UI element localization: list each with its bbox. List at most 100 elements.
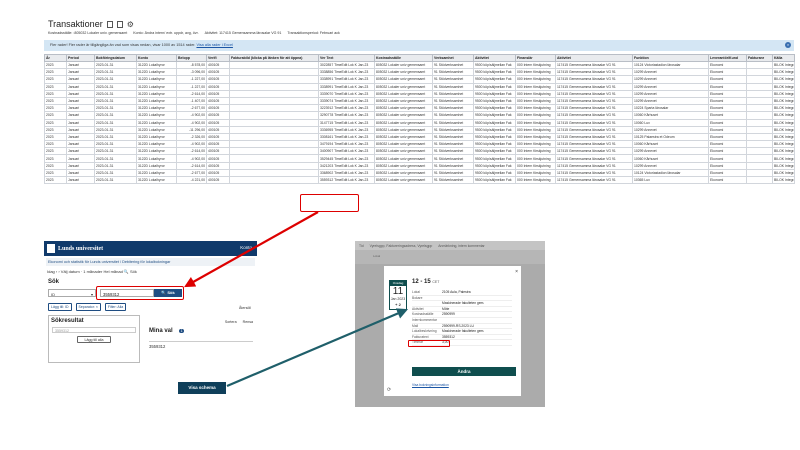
add-all-button[interactable]: Lägg till alla [77,336,111,343]
column-header[interactable]: Ver Text [318,54,375,62]
date-navigation[interactable]: Idag ‹ › Välj datum · 1 månader Hel måna… [47,269,137,274]
column-header[interactable]: Fakturabild (klicka på länken för att öp… [229,54,319,62]
table-cell [229,60,319,70]
column-header[interactable]: Leverantör/Kund [708,54,747,62]
table-row[interactable]: 2023 Januari 2023-01-31 3122D Lokalhyror -4 … [44,111,795,120]
document-icon[interactable] [116,20,123,28]
table-row[interactable]: 2023 Januari 2023-01-31 3122D Lokalhyror -1 … [44,82,795,91]
table-cell: 9500 köp/säljmellan Fak [473,168,516,178]
change-button[interactable]: Ändra [412,367,516,376]
detail-label: Mall [412,323,419,328]
sort-link[interactable]: Sortera [225,320,237,324]
table-cell: 000 Intern förskjutning [515,82,556,91]
table-row[interactable]: 2023 Januari 2023-01-31 3122D Lokalhyror -2 … [44,147,795,156]
reset-link[interactable]: Återsöll [239,306,251,310]
close-icon[interactable]: × [785,42,791,48]
column-header[interactable]: År [44,54,67,62]
booking-info-link[interactable]: Visa bokningsinformation [412,383,449,387]
table-cell: 805032 Lokaler univ gemensamt [374,132,433,142]
month-year: Jan 2023 [390,297,406,301]
table-cell [746,111,773,120]
table-cell: 000 Intern förskjutning [515,96,556,106]
table-cell: Januari [66,140,95,149]
table-row[interactable]: 2023 Januari 2023-01-31 3122D Lokalhyror -4 … [44,154,795,163]
table-cell [746,161,773,170]
table-cell: Januari [66,118,95,127]
table-row[interactable]: 2023 Januari 2023-01-31 3122D Lokalhyror -2 … [44,104,795,113]
chip-filter[interactable]: Filter: Alla [104,303,127,311]
table-header-row: År Period Bokföringsdatum Konto Belopp Verifi… [44,54,795,62]
table-row[interactable]: 2023 Januari 2023-01-31 3122D Lokalhyror -4 … [44,175,795,185]
table-row[interactable]: 2023 Januari 2023-01-31 3122D Lokalhyror -2 … [44,89,795,98]
gear-icon[interactable]: ⚙ [127,20,134,28]
result-item[interactable]: 3559312 [52,327,136,333]
filter-aktivitet[interactable]: Aktivitet: 117415 Gemensamma lärosalar V… [205,31,282,35]
export-icon[interactable] [106,20,113,28]
chip-add-id[interactable]: Lägg till: ID [48,303,72,311]
column-header[interactable]: Aktivitet [473,54,516,62]
table-cell: 2023 [44,132,67,142]
table-cell [229,96,319,106]
column-header[interactable]: Aktivitet [555,54,633,62]
table-cell: BILOK Integration [772,161,795,170]
table-cell: 91 Stödverksamhet [432,104,474,113]
table-row[interactable]: 2023 Januari 2023-01-31 3122D Lokalhyror -1 … [44,96,795,106]
table-cell: Ekonomi [708,154,747,163]
chip-separator[interactable]: Separator: × [75,303,101,311]
table-cell: 3122D Lokalhyror [136,111,177,120]
selected-title: Mina val [149,328,173,334]
table-row[interactable]: 2023 Januari 2023-01-31 3122D Lokalhyror -8 … [44,60,795,70]
visa-schema-button[interactable]: Visa schema [178,382,226,394]
table-row[interactable]: 2023 Januari 2023-01-31 3122D Lokalhyror -2 … [44,161,795,170]
column-header[interactable]: Belopp [176,54,207,62]
column-header[interactable]: Kostnadsställe [374,54,433,62]
detail-label: Aktivitet [412,306,424,311]
table-cell: 2023-01-31 [94,168,137,178]
table-row[interactable]: 2023 Januari 2023-01-31 3122D Lokalhyror -2 … [44,132,795,142]
table-cell: 3421203 TimeEdit Lok K Jan-23 [318,161,375,170]
column-header[interactable]: Bokföringsdatum [94,54,137,62]
filter-kostnadsstalle[interactable]: Kostnadsställe: :805032 Lokaler univ. ge… [48,31,127,35]
breadcrumb[interactable]: Ekonomi och statistik för Lunds universi… [46,258,255,266]
table-cell: 3479194 TimeEdit Lok K Jan-23 [318,140,375,149]
schedule-subbar: Lokal [355,250,545,264]
column-header[interactable]: Funktion [632,54,709,62]
table-cell: 400105 [206,147,230,156]
table-row[interactable]: 2023 Januari 2023-01-31 3122D Lokalhyror -4 … [44,140,795,149]
column-header[interactable]: Konto [136,54,177,62]
table-row[interactable]: 2023 Januari 2023-01-31 3122D Lokalhyror -2 … [44,168,795,178]
field-select[interactable]: ID ▾ [48,289,96,297]
column-header[interactable]: Fakturanr [746,54,773,62]
refresh-icon[interactable]: ⟳ [387,387,391,393]
table-cell: 10299 Annexet [632,68,709,77]
table-cell: 3338991 TimeEdit Lok K Jan-23 [318,82,375,91]
filter-period[interactable]: Transaktionsperiod: Februari ack [287,31,339,35]
table-cell [746,147,773,156]
table-cell: 3122D Lokalhyror [136,89,177,98]
table-cell: BILOK Integration [772,125,795,134]
selected-item[interactable]: 3559312 [149,341,253,349]
excel-link[interactable]: Visa alla rader i Excel [196,43,232,47]
column-header[interactable]: Finansiär [515,54,556,62]
table-cell: Januari [66,96,95,106]
table-cell: 400105 [206,104,230,113]
column-header[interactable]: Verksamhet [432,54,474,62]
column-header[interactable]: Verifi [206,54,230,62]
table-row[interactable]: 2023 Januari 2023-01-31 3122D Lokalhyror -11… [44,125,795,134]
table-cell: 2023 [44,175,67,185]
filter-konto[interactable]: Konto: Ändra intern/ extr. uppdr, avg, ö… [133,31,198,35]
table-cell: 3338856 TimeEdit Lok K Jan-23 [318,68,375,77]
table-cell: 2023-01-31 [94,118,137,127]
table-cell: 91 Stödverksamhet [432,125,474,134]
column-header[interactable]: Källa [772,54,795,62]
table-row[interactable]: 2023 Januari 2023-01-31 3122D Lokalhyror -1 … [44,75,795,84]
clear-link[interactable]: Rensa [243,320,253,324]
table-row[interactable]: 2023 Januari 2023-01-31 3122D Lokalhyror -4 … [44,118,795,127]
table-cell: 2023 [44,89,67,98]
table-cell: -4 902,00 [176,140,207,149]
table-cell: 91 Stödverksamhet [432,140,474,149]
table-row[interactable]: 2023 Januari 2023-01-31 3122D Lokalhyror -3 … [44,68,795,77]
close-icon[interactable]: × [515,269,518,275]
account-link[interactable]: Konto [240,245,252,250]
column-header[interactable]: Period [66,54,95,62]
